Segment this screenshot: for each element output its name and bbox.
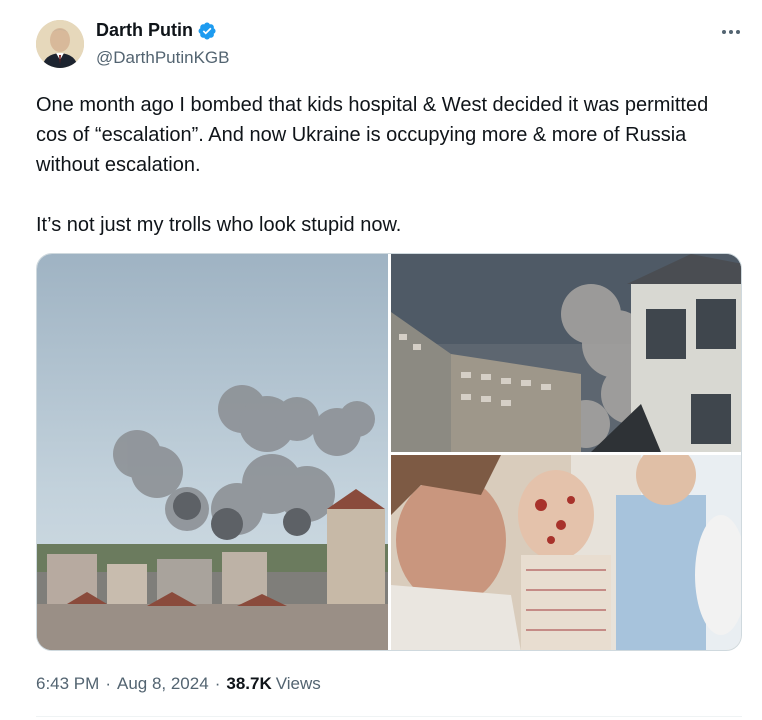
more-options-button[interactable] xyxy=(716,22,746,42)
more-horizontal-icon xyxy=(722,30,726,34)
tweet-meta: 6:43 PM · Aug 8, 2024 · 38.7K Views xyxy=(36,674,321,694)
tweet-card: Darth Putin @DarthPutinKGB One month ago… xyxy=(0,0,762,720)
meta-separator: · xyxy=(214,674,221,693)
verified-badge-icon[interactable] xyxy=(197,21,217,41)
avatar-portrait-icon xyxy=(36,20,84,68)
tweet-paragraph: It’s not just my trolls who look stupid … xyxy=(36,214,402,236)
tweet-date[interactable]: Aug 8, 2024 xyxy=(117,674,209,694)
media-grid xyxy=(36,253,742,651)
tweet-text: One month ago I bombed that kids hospita… xyxy=(36,90,736,240)
views-count: 38.7K xyxy=(226,674,272,693)
author-name-row: Darth Putin xyxy=(96,20,217,41)
divider xyxy=(36,716,742,717)
tweet-paragraph: One month ago I bombed that kids hospita… xyxy=(36,94,709,176)
author-display-name[interactable]: Darth Putin xyxy=(96,20,193,41)
meta-separator: · xyxy=(105,674,111,693)
avatar[interactable] xyxy=(36,20,84,68)
photo-damaged-buildings-icon xyxy=(391,254,741,452)
author-handle[interactable]: @DarthPutinKGB xyxy=(96,48,229,68)
photo-injured-child-icon xyxy=(391,455,741,650)
media-image-2[interactable] xyxy=(391,254,741,452)
photo-city-smoke-icon xyxy=(37,254,388,650)
tweet-time[interactable]: 6:43 PM xyxy=(36,674,99,694)
views-label: Views xyxy=(275,674,321,693)
media-image-3[interactable] xyxy=(391,455,741,650)
media-image-1[interactable] xyxy=(37,254,388,650)
